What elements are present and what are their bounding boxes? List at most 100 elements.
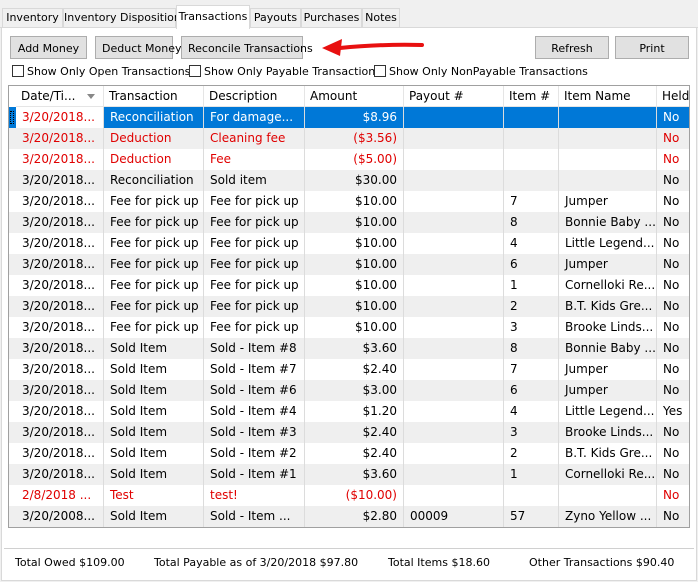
cell-date: 3/20/2018... xyxy=(16,338,104,359)
cell-held: Yes xyxy=(657,401,689,422)
cell-held: No xyxy=(657,443,689,464)
cell-transaction: Fee for pick up xyxy=(104,233,204,254)
cell-item-number: 1 xyxy=(504,464,559,485)
table-row[interactable]: 3/20/2018... Sold Item Sold - Item #6 $3.00… xyxy=(9,380,689,401)
table-row[interactable]: 3/20/2018... Sold Item Sold - Item #4 $1.20… xyxy=(9,401,689,422)
cell-item-name xyxy=(559,149,657,170)
tab-payouts[interactable]: Payouts xyxy=(250,8,301,28)
cell-description: Sold - Item #8 xyxy=(204,338,305,359)
cell-date: 3/20/2018... xyxy=(16,254,104,275)
table-row[interactable]: 3/20/2008... Sold Item Sold - Item ... $2.8… xyxy=(9,506,689,527)
cell-item-number: 8 xyxy=(504,338,559,359)
cell-amount: $10.00 xyxy=(305,296,404,317)
cell-item-number: 7 xyxy=(504,359,559,380)
tab-notes[interactable]: Notes xyxy=(362,8,400,28)
nonpayable-transactions-checkbox[interactable]: Show Only NonPayable Transactions xyxy=(374,65,588,79)
cell-description: Fee xyxy=(204,149,305,170)
cell-held: No xyxy=(657,422,689,443)
column-header-held[interactable]: Held xyxy=(657,86,689,107)
table-row[interactable]: 3/20/2018... Reconciliation For damage... $… xyxy=(9,107,689,128)
add-money-button[interactable]: Add Money xyxy=(10,36,87,59)
open-transactions-checkbox[interactable]: Show Only Open Transactions xyxy=(12,65,190,79)
total-payable: Total Payable as of 3/20/2018 $97.80 xyxy=(154,556,359,569)
cell-item-name: Little Legend... xyxy=(559,233,657,254)
cell-payout xyxy=(404,149,504,170)
total-items: Total Items $18.60 xyxy=(388,556,490,569)
column-header-item-name[interactable]: Item Name xyxy=(559,86,657,107)
cell-item-name: Cornelloki Re... xyxy=(559,464,657,485)
cell-held: No xyxy=(657,359,689,380)
cell-description: Sold - Item #3 xyxy=(204,422,305,443)
column-header-payout[interactable]: Payout # xyxy=(404,86,504,107)
table-row[interactable]: 3/20/2018... Fee for pick up Fee for pick … xyxy=(9,191,689,212)
cell-held: No xyxy=(657,128,689,149)
refresh-button[interactable]: Refresh xyxy=(535,36,609,59)
cell-item-name xyxy=(559,485,657,506)
cell-item-number xyxy=(504,170,559,191)
cell-item-name: Bonnie Baby ... xyxy=(559,212,657,233)
cell-transaction: Sold Item xyxy=(104,422,204,443)
tab-inventory-disposition[interactable]: Inventory Disposition xyxy=(63,8,181,28)
transactions-grid[interactable]: Date/Ti... Transaction Description Amoun… xyxy=(8,85,690,528)
table-row[interactable]: 3/20/2018... Sold Item Sold - Item #1 $3.60… xyxy=(9,464,689,485)
cell-date: 3/20/2018... xyxy=(16,296,104,317)
cell-item-name: Brooke Linds... xyxy=(559,317,657,338)
annotation-arrow-icon xyxy=(322,39,424,56)
cell-item-name xyxy=(559,107,657,128)
cell-payout xyxy=(404,191,504,212)
column-header-date[interactable]: Date/Ti... xyxy=(16,86,104,107)
cell-amount: $3.00 xyxy=(305,380,404,401)
cell-transaction: Fee for pick up xyxy=(104,254,204,275)
cell-amount: ($3.56) xyxy=(305,128,404,149)
tab-purchases[interactable]: Purchases xyxy=(301,8,362,28)
cell-item-name: Jumper xyxy=(559,359,657,380)
table-row[interactable]: 3/20/2018... Deduction Cleaning fee ($3.56)… xyxy=(9,128,689,149)
cell-payout xyxy=(404,443,504,464)
cell-item-number xyxy=(504,149,559,170)
table-row[interactable]: 3/20/2018... Sold Item Sold - Item #2 $2.40… xyxy=(9,443,689,464)
table-row[interactable]: 3/20/2018... Fee for pick up Fee for pick … xyxy=(9,212,689,233)
payable-transactions-label: Show Only Payable Transactions xyxy=(204,65,381,78)
cell-transaction: Deduction xyxy=(104,128,204,149)
payable-transactions-checkbox[interactable]: Show Only Payable Transactions xyxy=(189,65,381,79)
deduct-money-button[interactable]: Deduct Money xyxy=(95,36,182,59)
table-row[interactable]: 3/20/2018... Fee for pick up Fee for pick … xyxy=(9,317,689,338)
table-row[interactable]: 3/20/2018... Sold Item Sold - Item #3 $2.40… xyxy=(9,422,689,443)
cell-amount: $10.00 xyxy=(305,233,404,254)
table-row[interactable]: 3/20/2018... Fee for pick up Fee for pick … xyxy=(9,254,689,275)
cell-transaction: Fee for pick up xyxy=(104,275,204,296)
cell-transaction: Fee for pick up xyxy=(104,296,204,317)
cell-transaction: Fee for pick up xyxy=(104,212,204,233)
cell-payout xyxy=(404,170,504,191)
cell-payout xyxy=(404,380,504,401)
table-row[interactable]: 3/20/2018... Fee for pick up Fee for pick … xyxy=(9,233,689,254)
cell-held: No xyxy=(657,464,689,485)
cell-held: No xyxy=(657,275,689,296)
tab-transactions[interactable]: Transactions xyxy=(176,5,250,29)
column-header-item-number[interactable]: Item # xyxy=(504,86,559,107)
cell-description: Fee for pick up xyxy=(204,254,305,275)
table-row[interactable]: 3/20/2018... Sold Item Sold - Item #7 $2.40… xyxy=(9,359,689,380)
table-row[interactable]: 3/20/2018... Fee for pick up Fee for pick … xyxy=(9,296,689,317)
cell-payout xyxy=(404,128,504,149)
grid-header: Date/Ti... Transaction Description Amoun… xyxy=(9,86,689,107)
cell-payout xyxy=(404,422,504,443)
cell-transaction: Sold Item xyxy=(104,338,204,359)
column-header-amount[interactable]: Amount xyxy=(305,86,404,107)
checkbox-box-icon xyxy=(189,65,201,77)
cell-item-number: 4 xyxy=(504,233,559,254)
cell-transaction: Deduction xyxy=(104,149,204,170)
table-row[interactable]: 3/20/2018... Deduction Fee ($5.00) No xyxy=(9,149,689,170)
column-header-transaction[interactable]: Transaction xyxy=(104,86,204,107)
cell-item-name: Brooke Linds... xyxy=(559,422,657,443)
total-owed: Total Owed $109.00 xyxy=(15,556,125,569)
table-row[interactable]: 3/20/2018... Reconciliation Sold item $30.0… xyxy=(9,170,689,191)
table-row[interactable]: 3/20/2018... Fee for pick up Fee for pick … xyxy=(9,275,689,296)
tab-inventory[interactable]: Inventory xyxy=(2,8,63,28)
cell-payout xyxy=(404,464,504,485)
column-header-description[interactable]: Description xyxy=(204,86,305,107)
reconcile-transactions-button[interactable]: Reconcile Transactions xyxy=(181,36,313,59)
table-row[interactable]: 2/8/2018 ... Test test! ($10.00) No xyxy=(9,485,689,506)
table-row[interactable]: 3/20/2018... Sold Item Sold - Item #8 $3.60… xyxy=(9,338,689,359)
print-button[interactable]: Print xyxy=(615,36,689,59)
